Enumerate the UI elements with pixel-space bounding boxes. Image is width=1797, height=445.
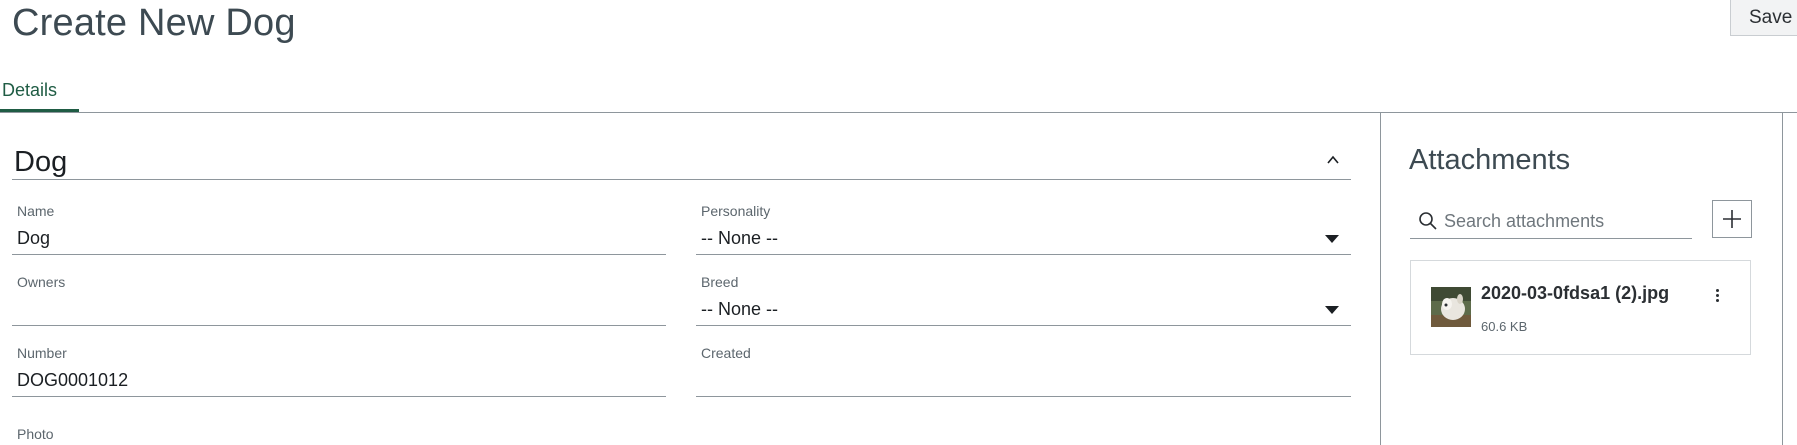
attachment-file-size: 60.6 KB xyxy=(1481,319,1528,334)
tab-divider xyxy=(0,112,1797,113)
number-label: Number xyxy=(17,345,67,361)
more-vertical-icon[interactable] xyxy=(1714,289,1720,305)
attachment-thumbnail[interactable] xyxy=(1431,287,1471,327)
section-title: Dog xyxy=(14,146,68,178)
attachments-search[interactable] xyxy=(1410,204,1692,239)
personality-underline xyxy=(696,254,1351,255)
breed-underline xyxy=(696,325,1351,326)
name-label: Name xyxy=(17,203,55,219)
page-title: Create New Dog xyxy=(12,2,296,44)
chevron-up-icon[interactable] xyxy=(1327,154,1339,166)
attachments-right-divider xyxy=(1782,113,1783,445)
dropdown-arrow-icon[interactable] xyxy=(1325,235,1339,243)
created-underline xyxy=(696,396,1351,397)
attachment-card[interactable]: 2020-03-0fdsa1 (2).jpg 60.6 KB xyxy=(1410,260,1751,355)
attachments-title: Attachments xyxy=(1409,144,1571,176)
section-header-dog: Dog xyxy=(12,142,1351,180)
personality-value[interactable]: -- None -- xyxy=(701,228,778,249)
photo-label: Photo xyxy=(17,426,54,442)
name-underline xyxy=(12,254,666,255)
attachment-file-name[interactable]: 2020-03-0fdsa1 (2).jpg xyxy=(1481,283,1669,304)
save-button[interactable]: Save xyxy=(1730,0,1797,36)
search-icon xyxy=(1419,212,1437,230)
owners-underline xyxy=(12,325,666,326)
form-attachments-divider xyxy=(1380,113,1381,445)
breed-label: Breed xyxy=(701,274,739,290)
owners-label: Owners xyxy=(17,274,66,290)
personality-label: Personality xyxy=(701,203,771,219)
name-value[interactable]: Dog xyxy=(17,228,50,249)
search-attachments-input[interactable] xyxy=(1444,207,1684,235)
tab-details[interactable]: Details xyxy=(0,80,79,112)
number-value[interactable]: DOG0001012 xyxy=(17,370,128,391)
add-attachment-button[interactable] xyxy=(1712,200,1752,238)
breed-value[interactable]: -- None -- xyxy=(701,299,778,320)
created-label: Created xyxy=(701,345,751,361)
plus-icon xyxy=(1723,210,1741,228)
dog-photo-thumbnail xyxy=(1431,287,1471,327)
dropdown-arrow-icon[interactable] xyxy=(1325,306,1339,314)
number-underline xyxy=(12,396,666,397)
